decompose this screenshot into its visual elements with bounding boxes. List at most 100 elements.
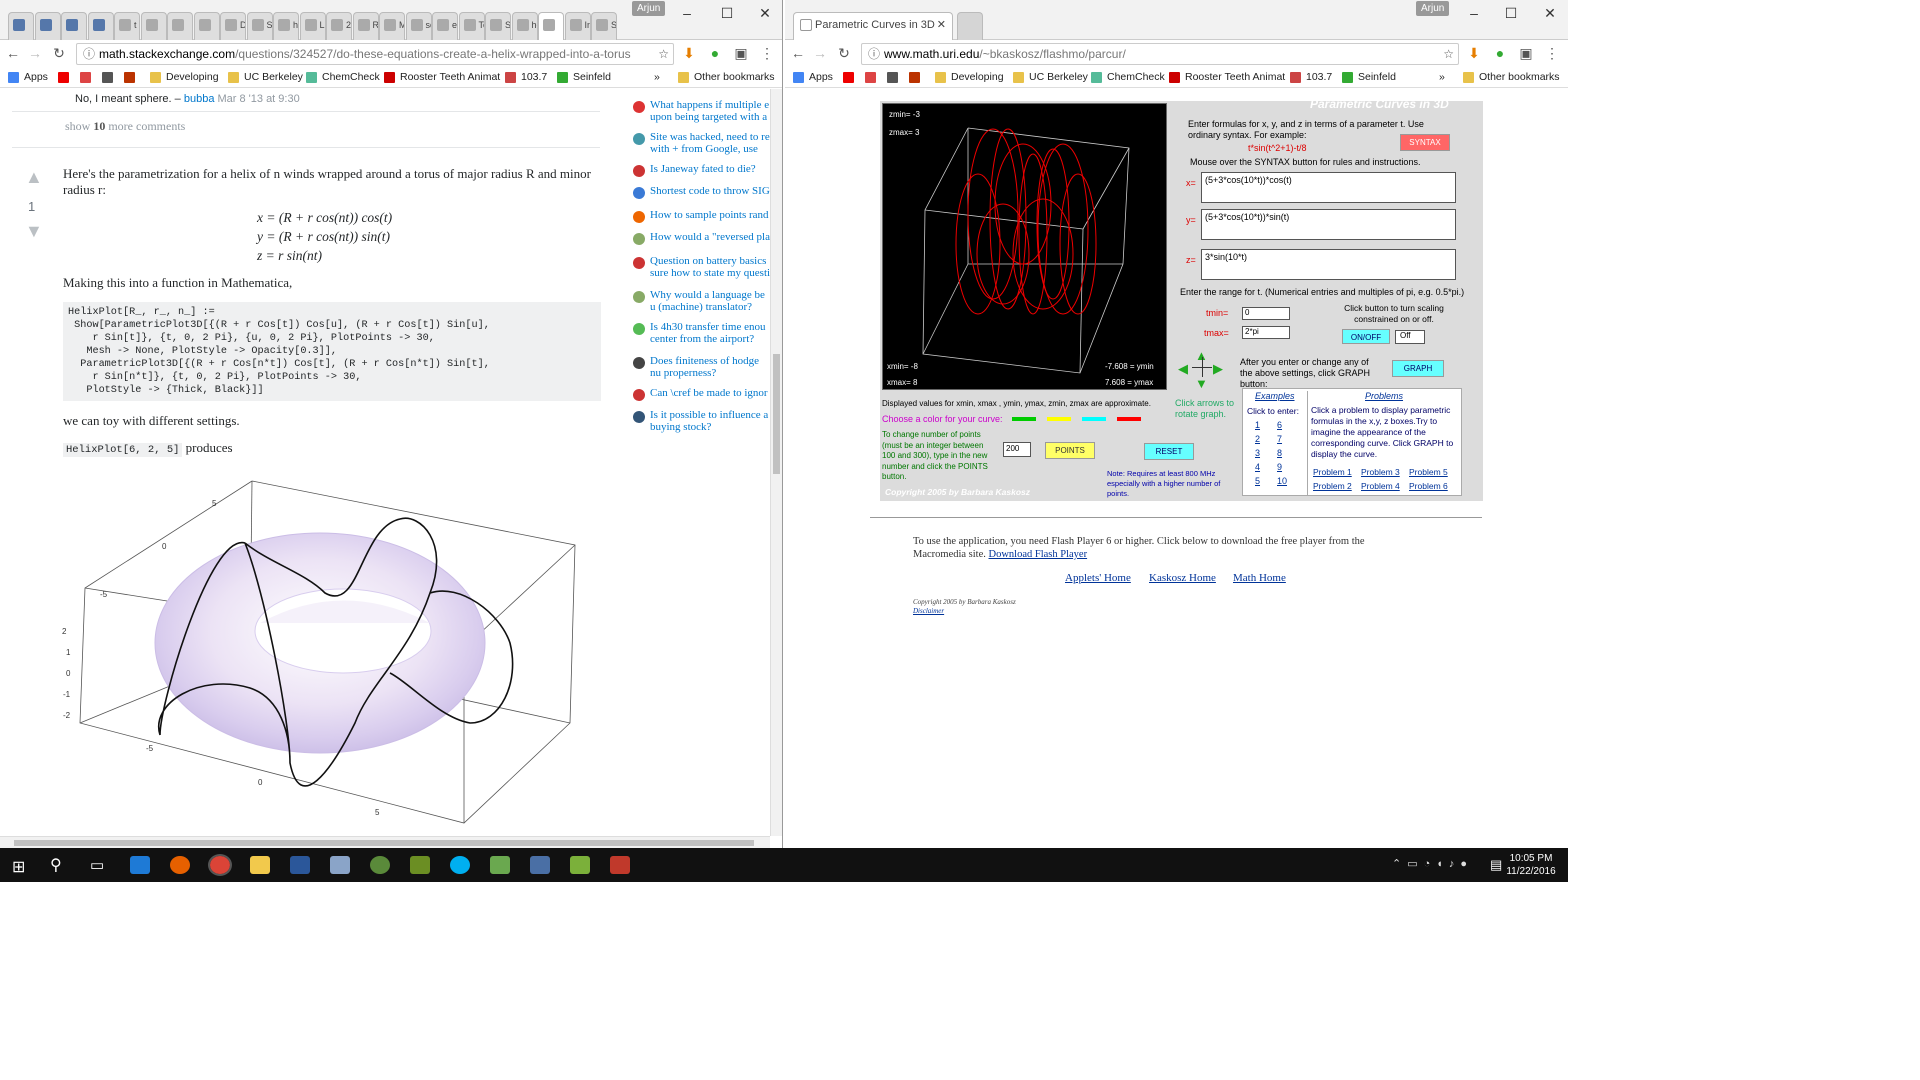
apps-icon[interactable] [793,72,804,83]
sidebar-question-link[interactable]: Shortest code to throw SIG [650,185,770,198]
example-link[interactable]: 10 [1277,476,1287,486]
vertical-scrollbar[interactable] [770,89,782,836]
tab[interactable]: he [511,12,538,40]
problem-link[interactable]: Problem 3 [1361,467,1400,477]
tab[interactable]: So [591,12,617,40]
problem-link[interactable]: Problem 2 [1313,481,1352,491]
example-link[interactable]: 5 [1255,476,1260,486]
downvote-icon[interactable]: ▼ [25,221,43,242]
tab[interactable] [167,12,193,40]
minimize-button[interactable]: – [1459,5,1489,21]
minecraft-icon[interactable] [410,856,430,874]
firefox-icon[interactable] [170,856,190,874]
app-icon-chart[interactable] [570,856,590,874]
sidebar-question-link[interactable]: How would a "reversed pla [650,231,770,244]
close-window-button[interactable]: ✕ [750,5,780,21]
tab[interactable]: M [379,12,405,40]
tab[interactable]: Inc [564,12,591,40]
bookmark-item[interactable]: Seinfeld [573,71,611,83]
close-tab-icon[interactable]: ✕ [937,18,946,31]
app-icon-monitor[interactable] [530,856,550,874]
bookmark-icon[interactable] [865,72,876,83]
bookmark-item[interactable]: Developing [951,71,1004,83]
extension-icon-2[interactable]: ▣ [732,44,750,62]
other-bookmarks[interactable]: Other bookmarks [1479,71,1560,83]
footer-link[interactable]: Applets' Home [1065,572,1131,584]
z-formula-input[interactable]: 3*sin(10*t) [1201,249,1456,280]
profile-button[interactable]: Arjun [1416,1,1450,16]
sidebar-question-link[interactable]: Why would a language be u (machine) tran… [650,289,770,315]
reload-icon[interactable]: ↻ [50,44,68,62]
maximize-button[interactable]: ☐ [712,5,742,21]
footer-link[interactable]: Kaskosz Home [1149,572,1216,584]
sidebar-question-link[interactable]: Is it possible to influence a buying sto… [650,409,770,435]
bookmark-icon[interactable] [909,72,920,83]
arrow-right-icon[interactable]: ▶ [1213,361,1223,377]
bookmark-item[interactable]: ChemCheck [1107,71,1165,83]
profile-button[interactable]: Arjun [632,1,666,16]
tmax-input[interactable]: 2*pi [1242,326,1290,339]
tab[interactable]: Dri [220,12,246,40]
bookmark-item[interactable]: Rooster Teeth Animat [400,71,500,83]
maximize-button[interactable]: ☐ [1496,5,1526,21]
tab[interactable]: sci [405,12,432,40]
tab[interactable]: Re [352,12,379,40]
tab[interactable] [140,12,167,40]
bookmark-item[interactable]: UC Berkeley [1029,71,1088,83]
sidebar-question-link[interactable]: Is Janeway fated to die? [650,163,770,176]
task-view-icon[interactable]: ▭ [90,856,104,874]
download-extension-icon[interactable]: ⬇ [1465,44,1483,62]
points-button[interactable]: POINTS [1045,442,1095,459]
download-flash-link[interactable]: Download Flash Player [989,549,1088,560]
tab[interactable]: 24 [326,12,352,40]
bookmark-item[interactable]: UC Berkeley [244,71,303,83]
word-icon[interactable] [290,856,310,874]
bookmarks-overflow-button[interactable]: » [654,71,660,83]
tab[interactable] [61,12,87,40]
tab[interactable]: To [458,12,485,40]
bookmark-icon[interactable] [58,72,69,83]
sidebar-question-link[interactable]: Can \cref be made to ignor [650,387,770,400]
reset-button[interactable]: RESET [1144,443,1194,460]
tab[interactable]: Sci [246,12,273,40]
problem-link[interactable]: Problem 5 [1409,467,1448,477]
new-tab-button[interactable] [957,12,983,40]
bookmark-item[interactable]: 103.7 [1306,71,1332,83]
color-swatch[interactable] [1082,417,1106,421]
system-tray-icons[interactable]: ⌃▭◔◖♪● [1392,857,1473,870]
menu-icon[interactable]: ⋮ [758,44,776,62]
forward-icon[interactable]: → [811,44,829,62]
problem-link[interactable]: Problem 6 [1409,481,1448,491]
sidebar-question-link[interactable]: Question on battery basics sure how to s… [650,255,770,281]
app-icon-green[interactable] [370,856,390,874]
show-more-comments-link[interactable]: show 10 more comments [65,119,185,134]
bookmark-apps[interactable]: Apps [24,71,48,83]
tab-parametric-curves[interactable]: Parametric Curves in 3D ✕ [793,12,953,40]
bookmark-item[interactable]: 103.7 [521,71,547,83]
points-input[interactable]: 200 [1003,442,1031,457]
sidebar-question-link[interactable]: What happens if multiple e upon being ta… [650,99,770,125]
upvote-icon[interactable]: ▲ [25,167,43,188]
tab[interactable] [193,12,220,40]
file-explorer-icon[interactable] [250,856,270,874]
footer-link[interactable]: Math Home [1233,572,1286,584]
tab[interactable] [538,12,564,40]
download-extension-icon[interactable]: ⬇ [680,44,698,62]
example-link[interactable]: 7 [1277,434,1282,444]
app-icon-store[interactable] [490,856,510,874]
tab[interactable]: es [432,12,458,40]
bookmark-star-icon[interactable]: ☆ [1443,44,1454,64]
syntax-button[interactable]: SYNTAX [1400,134,1450,151]
bookmark-item[interactable]: Seinfeld [1358,71,1396,83]
example-link[interactable]: 4 [1255,462,1260,472]
bookmark-icon[interactable] [124,72,135,83]
example-link[interactable]: 1 [1255,420,1260,430]
extension-icon-2[interactable]: ▣ [1517,44,1535,62]
bookmark-apps[interactable]: Apps [809,71,833,83]
graph-button[interactable]: GRAPH [1392,360,1444,377]
color-swatch[interactable] [1047,417,1071,421]
example-link[interactable]: 3 [1255,448,1260,458]
arrow-down-icon[interactable]: ▼ [1195,376,1208,391]
extension-icon[interactable]: ● [1491,44,1509,62]
x-formula-input[interactable]: (5+3*cos(10*t))*cos(t) [1201,172,1456,203]
